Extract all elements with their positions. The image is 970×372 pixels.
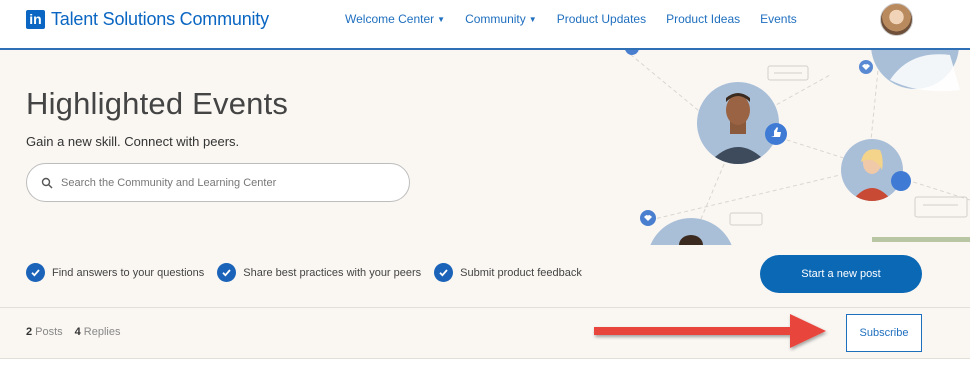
check-circle-icon: [26, 263, 45, 282]
nav-label: Events: [760, 12, 797, 26]
replies-count: 4: [74, 326, 81, 338]
user-avatar[interactable]: [880, 3, 913, 36]
linkedin-in-icon: in: [26, 10, 45, 29]
community-illustration: [624, 50, 970, 245]
nav-product-ideas[interactable]: Product Ideas: [666, 12, 740, 26]
nav-label: Welcome Center: [345, 12, 435, 26]
posts-count: 2: [26, 326, 33, 338]
search-icon: [41, 177, 53, 188]
nav-product-updates[interactable]: Product Updates: [557, 12, 646, 26]
posts-label: Posts: [35, 326, 63, 338]
start-new-post-button[interactable]: Start a new post: [760, 255, 922, 293]
chevron-down-icon: ▼: [528, 14, 537, 24]
check-label: Submit product feedback: [460, 266, 582, 279]
hero-banner: Highlighted Events Gain a new skill. Con…: [0, 50, 970, 307]
check-item: Find answers to your questions: [26, 263, 204, 282]
replies-label: Replies: [83, 326, 121, 338]
search-input[interactable]: [61, 176, 381, 189]
nav-label: Community: [465, 12, 526, 26]
thread-stats: 2 Posts 4 Replies: [26, 326, 132, 338]
posts-stat: 2 Posts: [26, 326, 63, 338]
check-item: Submit product feedback: [434, 263, 582, 282]
logo-text: Talent Solutions Community: [51, 9, 269, 29]
page-title: Highlighted Events: [26, 86, 289, 121]
linkedin-logo[interactable]: in Talent Solutions Community: [26, 9, 269, 30]
nav-community[interactable]: Community ▼: [465, 12, 537, 26]
nav-label: Product Updates: [556, 12, 647, 26]
chevron-down-icon: ▼: [437, 14, 446, 24]
search-box[interactable]: [26, 163, 410, 202]
check-circle-icon: [434, 263, 454, 282]
check-label: Find answers to your questions: [52, 266, 205, 279]
nav-label: Product Ideas: [666, 12, 741, 26]
main-nav: Welcome Center ▼ Community ▼ Product Upd…: [345, 12, 817, 26]
replies-stat: 4 Replies: [75, 326, 121, 338]
feature-checklist: Find answers to your questions Share bes…: [26, 263, 595, 282]
top-header: in Talent Solutions Community Welcome Ce…: [0, 0, 970, 50]
check-circle-icon: [217, 263, 237, 282]
nav-welcome-center[interactable]: Welcome Center ▼: [345, 12, 445, 26]
page-subtitle: Gain a new skill. Connect with peers.: [26, 134, 240, 149]
nav-events[interactable]: Events: [760, 12, 797, 26]
red-arrow-annotation: [594, 314, 826, 348]
subscribe-button[interactable]: Subscribe: [846, 314, 922, 352]
check-label: Share best practices with your peers: [243, 266, 422, 279]
check-item: Share best practices with your peers: [217, 263, 421, 282]
